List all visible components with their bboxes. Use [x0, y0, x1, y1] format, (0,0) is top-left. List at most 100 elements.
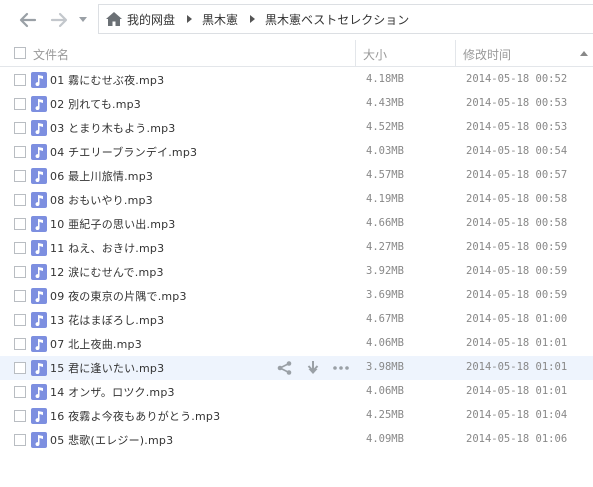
column-header-time[interactable]: 修改时间 — [463, 46, 511, 63]
row-checkbox[interactable] — [14, 122, 26, 134]
back-button[interactable] — [18, 9, 38, 31]
music-file-icon — [31, 144, 47, 160]
file-modified-time: 2014-05-18 00:54 — [466, 145, 568, 157]
breadcrumb-separator-icon — [187, 15, 193, 23]
row-checkbox[interactable] — [14, 242, 26, 254]
music-file-icon — [31, 72, 47, 88]
file-name[interactable]: 06 最上川旅情.mp3 — [50, 168, 153, 184]
select-all-checkbox[interactable] — [14, 47, 26, 59]
music-file-icon — [31, 96, 47, 112]
breadcrumb-item-album[interactable]: 黒木憲ベストセレクション — [265, 11, 409, 28]
file-size: 4.27MB — [366, 241, 404, 253]
row-checkbox[interactable] — [14, 314, 26, 326]
row-checkbox[interactable] — [14, 146, 26, 158]
history-dropdown-button[interactable] — [77, 9, 89, 31]
breadcrumb-item-artist[interactable]: 黒木憲 — [202, 11, 238, 28]
row-checkbox[interactable] — [14, 410, 26, 422]
column-divider[interactable] — [355, 40, 356, 67]
file-size: 4.18MB — [366, 73, 404, 85]
download-icon[interactable] — [304, 360, 322, 376]
file-size: 4.25MB — [366, 409, 404, 421]
file-name[interactable]: 10 亜紀子の思い出.mp3 — [50, 216, 176, 232]
file-name[interactable]: 11 ねえ、おきけ.mp3 — [50, 240, 164, 256]
file-row[interactable]: 07 北上夜曲.mp3 4.06MB 2014-05-18 01:01 — [0, 332, 593, 356]
row-checkbox[interactable] — [14, 170, 26, 182]
file-name[interactable]: 12 涙にむせんで.mp3 — [50, 264, 164, 280]
file-size: 3.92MB — [366, 265, 404, 277]
file-row[interactable]: 02 別れても.mp3 4.43MB 2014-05-18 00:53 — [0, 92, 593, 116]
row-checkbox[interactable] — [14, 218, 26, 230]
file-row[interactable]: 01 霧にむせぶ夜.mp3 4.18MB 2014-05-18 00:52 — [0, 68, 593, 92]
file-modified-time: 2014-05-18 00:58 — [466, 217, 568, 229]
music-file-icon — [31, 264, 47, 280]
file-modified-time: 2014-05-18 00:59 — [466, 241, 568, 253]
file-size: 4.09MB — [366, 433, 404, 445]
row-checkbox[interactable] — [14, 338, 26, 350]
row-checkbox[interactable] — [14, 194, 26, 206]
forward-button[interactable] — [49, 9, 69, 31]
navigation-bar: 我的网盘 黒木憲 黒木憲ベストセレクション — [0, 0, 593, 38]
file-row[interactable]: 08 おもいやり.mp3 4.19MB 2014-05-18 00:58 — [0, 188, 593, 212]
file-size: 4.57MB — [366, 169, 404, 181]
file-size: 4.19MB — [366, 193, 404, 205]
home-icon[interactable] — [106, 12, 122, 26]
file-row[interactable]: 06 最上川旅情.mp3 4.57MB 2014-05-18 00:57 — [0, 164, 593, 188]
file-row[interactable]: 15 君に逢いたい.mp3 3.98MB 2014-05-18 01:01 — [0, 356, 593, 380]
file-name[interactable]: 02 別れても.mp3 — [50, 96, 141, 112]
music-file-icon — [31, 384, 47, 400]
file-size: 4.06MB — [366, 337, 404, 349]
file-modified-time: 2014-05-18 00:52 — [466, 73, 568, 85]
column-divider[interactable] — [455, 40, 456, 67]
file-size: 4.03MB — [366, 145, 404, 157]
arrow-left-icon — [19, 12, 37, 28]
file-row[interactable]: 14 オンザ。ロツク.mp3 4.06MB 2014-05-18 01:01 — [0, 380, 593, 404]
row-checkbox[interactable] — [14, 386, 26, 398]
chevron-down-icon — [79, 17, 87, 22]
row-checkbox[interactable] — [14, 74, 26, 86]
file-list: 01 霧にむせぶ夜.mp3 4.18MB 2014-05-18 00:52 02 別れ… — [0, 68, 593, 452]
file-modified-time: 2014-05-18 00:58 — [466, 193, 568, 205]
file-name[interactable]: 16 夜霧よ今夜もありがとう.mp3 — [50, 408, 220, 424]
more-icon[interactable] — [332, 360, 350, 376]
music-file-icon — [31, 312, 47, 328]
row-actions — [276, 360, 350, 376]
row-checkbox[interactable] — [14, 98, 26, 110]
file-row[interactable]: 11 ねえ、おきけ.mp3 4.27MB 2014-05-18 00:59 — [0, 236, 593, 260]
file-name[interactable]: 08 おもいやり.mp3 — [50, 192, 153, 208]
file-name[interactable]: 03 とまり木もよう.mp3 — [50, 120, 176, 136]
file-name[interactable]: 01 霧にむせぶ夜.mp3 — [50, 72, 164, 88]
file-row[interactable]: 09 夜の東京の片隅で.mp3 3.69MB 2014-05-18 00:59 — [0, 284, 593, 308]
file-name[interactable]: 14 オンザ。ロツク.mp3 — [50, 384, 175, 400]
file-size: 3.98MB — [366, 361, 404, 373]
column-header-size[interactable]: 大小 — [363, 46, 387, 63]
music-file-icon — [31, 432, 47, 448]
file-name[interactable]: 09 夜の東京の片隅で.mp3 — [50, 288, 187, 304]
file-name[interactable]: 13 花はまぼろし.mp3 — [50, 312, 164, 328]
file-name[interactable]: 05 悲歌(エレジー).mp3 — [50, 432, 173, 448]
share-icon[interactable] — [276, 360, 294, 376]
music-file-icon — [31, 192, 47, 208]
row-checkbox[interactable] — [14, 362, 26, 374]
file-name[interactable]: 04 チエリーブランデイ.mp3 — [50, 144, 197, 160]
file-row[interactable]: 10 亜紀子の思い出.mp3 4.66MB 2014-05-18 00:58 — [0, 212, 593, 236]
file-row[interactable]: 03 とまり木もよう.mp3 4.52MB 2014-05-18 00:53 — [0, 116, 593, 140]
file-row[interactable]: 16 夜霧よ今夜もありがとう.mp3 4.25MB 2014-05-18 01:04 — [0, 404, 593, 428]
music-file-icon — [31, 120, 47, 136]
row-checkbox[interactable] — [14, 266, 26, 278]
row-checkbox[interactable] — [14, 434, 26, 446]
music-file-icon — [31, 288, 47, 304]
sort-ascending-icon[interactable] — [580, 51, 588, 56]
file-name[interactable]: 15 君に逢いたい.mp3 — [50, 360, 164, 376]
file-row[interactable]: 13 花はまぼろし.mp3 4.67MB 2014-05-18 01:00 — [0, 308, 593, 332]
file-size: 4.43MB — [366, 97, 404, 109]
file-modified-time: 2014-05-18 01:06 — [466, 433, 568, 445]
row-checkbox[interactable] — [14, 290, 26, 302]
file-modified-time: 2014-05-18 01:01 — [466, 337, 568, 349]
music-file-icon — [31, 360, 47, 376]
file-row[interactable]: 12 涙にむせんで.mp3 3.92MB 2014-05-18 00:59 — [0, 260, 593, 284]
breadcrumb-item-root[interactable]: 我的网盘 — [127, 11, 175, 28]
file-row[interactable]: 04 チエリーブランデイ.mp3 4.03MB 2014-05-18 00:54 — [0, 140, 593, 164]
file-row[interactable]: 05 悲歌(エレジー).mp3 4.09MB 2014-05-18 01:06 — [0, 428, 593, 452]
file-name[interactable]: 07 北上夜曲.mp3 — [50, 336, 142, 352]
column-header-name[interactable]: 文件名 — [33, 46, 69, 63]
